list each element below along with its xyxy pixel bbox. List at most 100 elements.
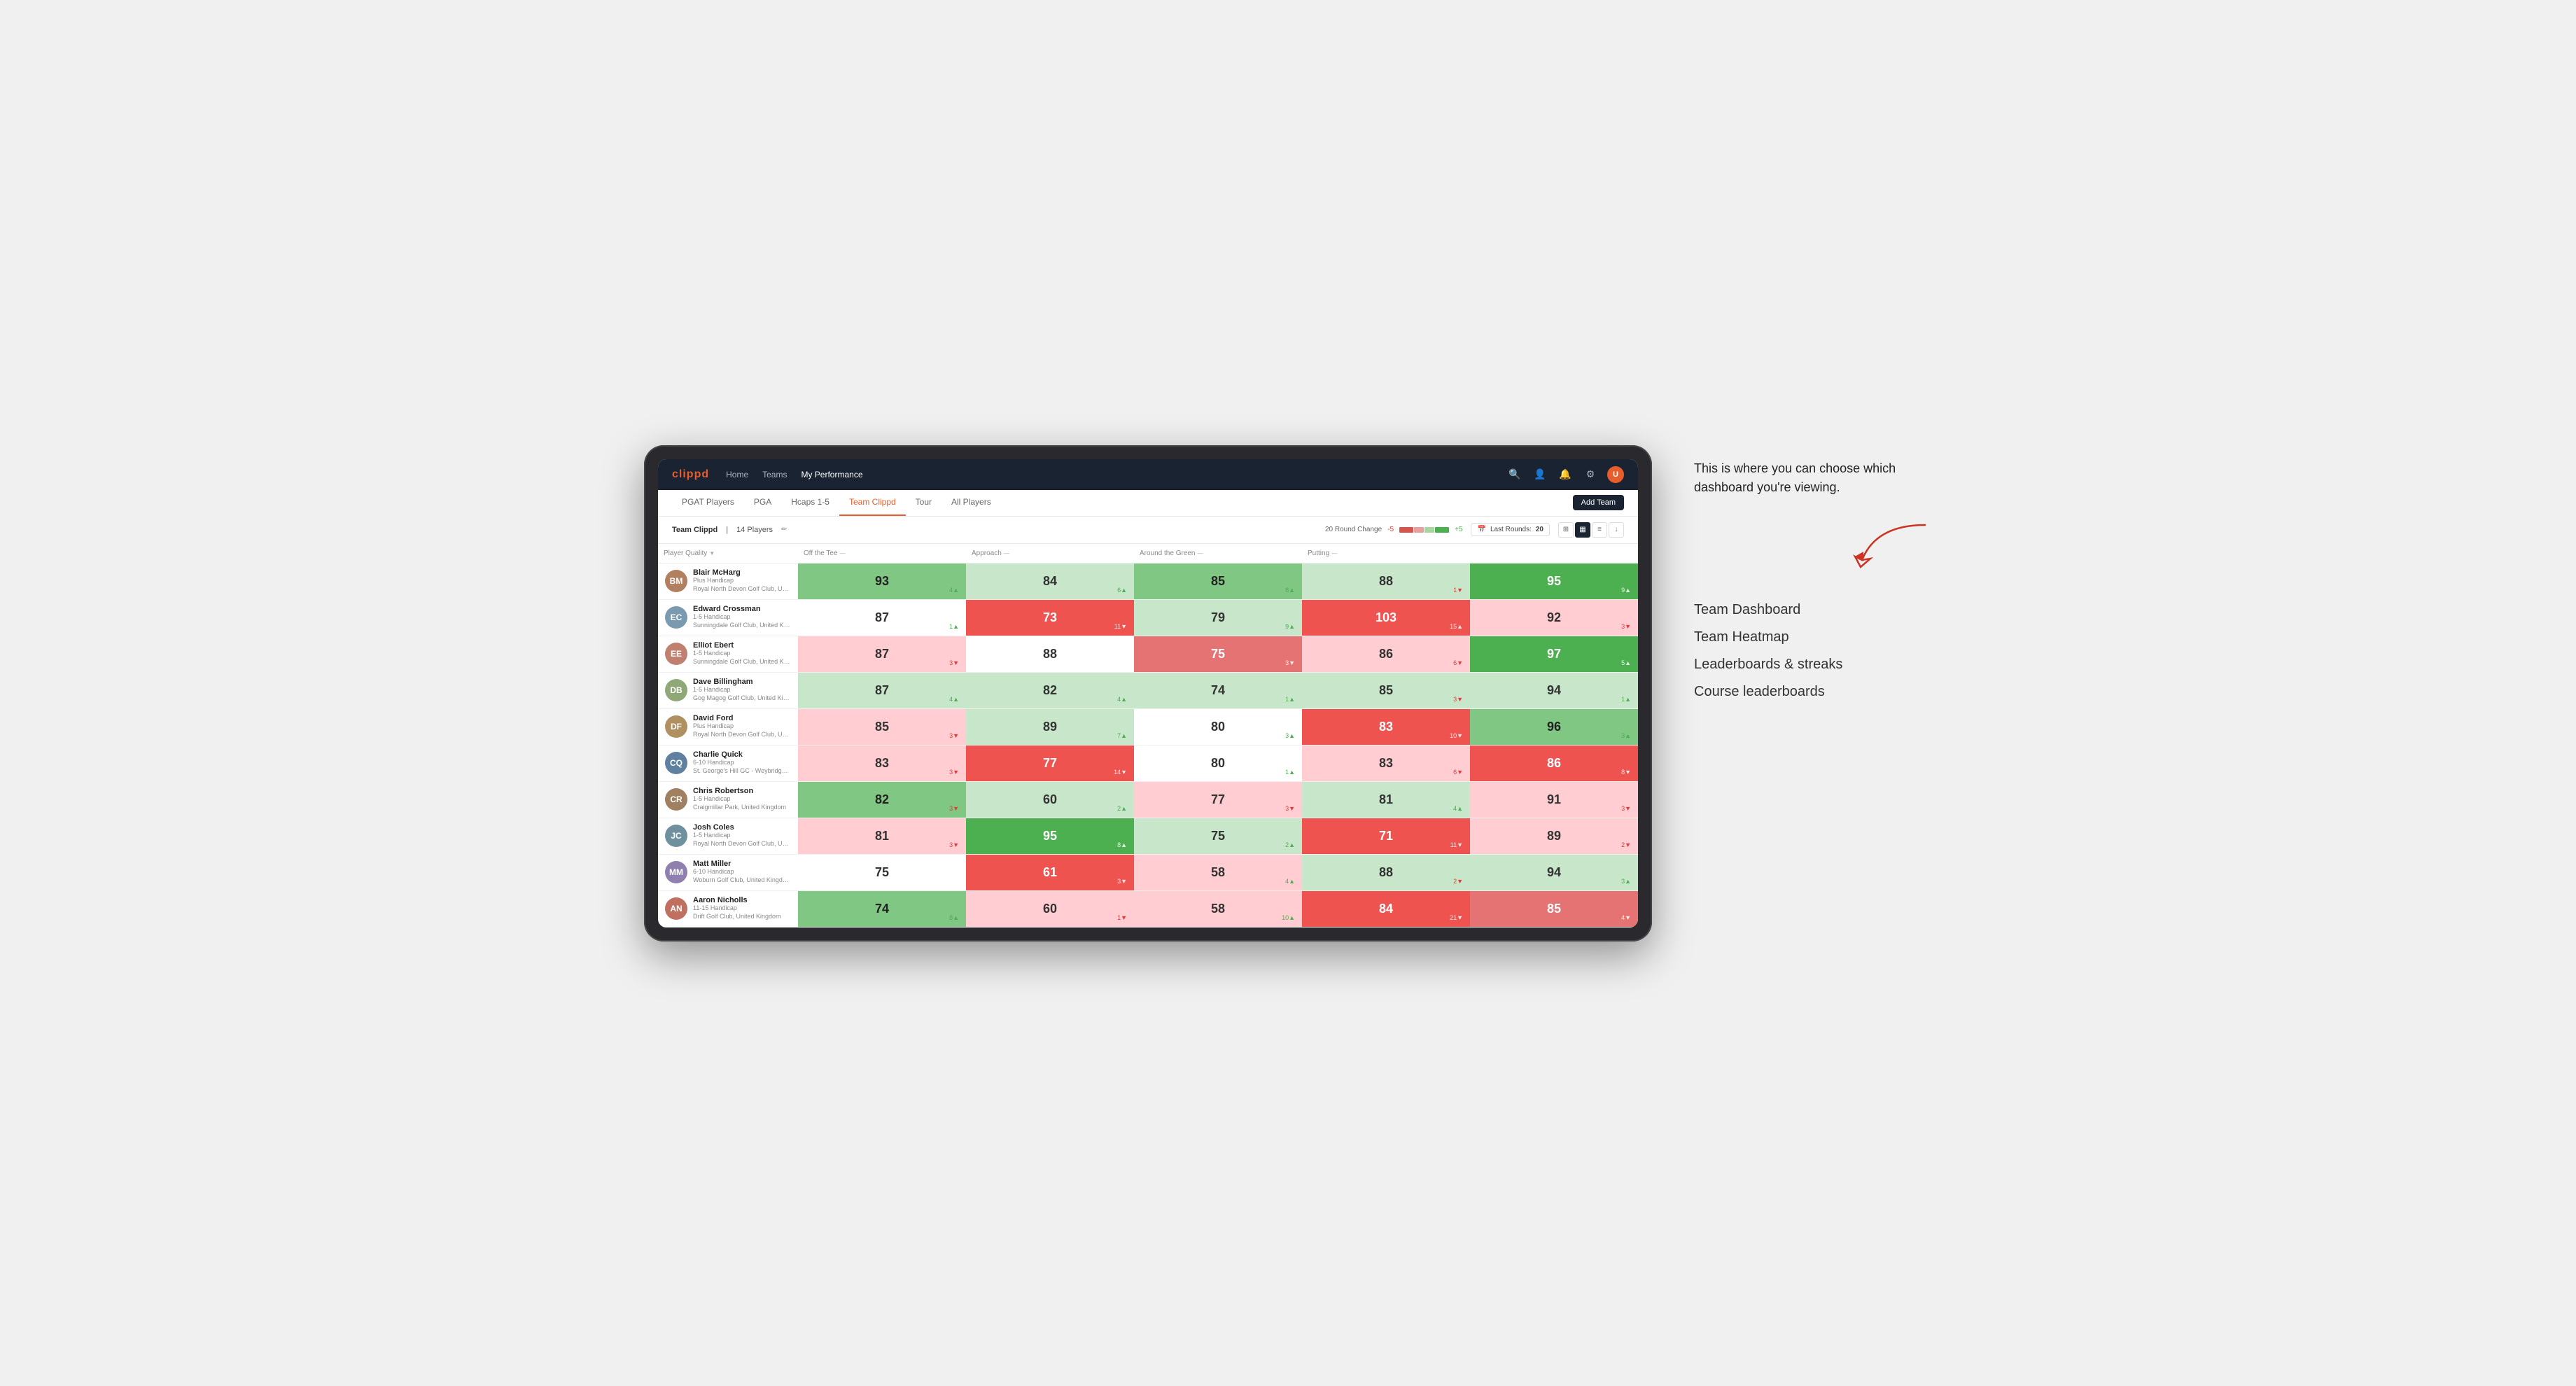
avatar: MM bbox=[665, 861, 687, 883]
bar-light-green bbox=[1424, 527, 1434, 533]
score-change: 1▲ bbox=[1621, 696, 1631, 703]
score-change: 1▲ bbox=[1285, 696, 1295, 703]
col-around-green: Around the Green — bbox=[1134, 547, 1302, 560]
user-icon[interactable]: 👤 bbox=[1532, 466, 1548, 483]
sort-arrow-putting[interactable]: — bbox=[1331, 550, 1337, 556]
player-name: Chris Robertson bbox=[693, 787, 791, 795]
last-rounds-button[interactable]: 📅 Last Rounds: 20 bbox=[1471, 523, 1550, 536]
score-cell-putting: 959▲ bbox=[1470, 564, 1638, 599]
player-detail: Plus HandicapRoyal North Devon Golf Club… bbox=[693, 722, 791, 738]
score-cell-approach: 752▲ bbox=[1134, 818, 1302, 854]
score-change: 8▲ bbox=[1117, 841, 1127, 848]
table-row[interactable]: JCJosh Coles1-5 HandicapRoyal North Devo… bbox=[658, 818, 1638, 855]
list-view-btn[interactable]: ≡ bbox=[1592, 522, 1607, 538]
nav-home[interactable]: Home bbox=[726, 467, 748, 482]
player-detail: 6-10 HandicapSt. George's Hill GC - Weyb… bbox=[693, 759, 791, 775]
score-change: 9▲ bbox=[1285, 623, 1295, 630]
option-course-leaderboards[interactable]: Course leaderboards bbox=[1694, 684, 1932, 700]
score-change: 3▼ bbox=[949, 732, 959, 739]
search-icon[interactable]: 🔍 bbox=[1506, 466, 1523, 483]
grid-view-btn[interactable]: ⊞ bbox=[1558, 522, 1574, 538]
bar-red bbox=[1399, 527, 1413, 533]
score-cell-player_quality: 853▼ bbox=[798, 709, 966, 745]
col-approach: Approach — bbox=[966, 547, 1134, 560]
nav-teams[interactable]: Teams bbox=[762, 467, 787, 482]
score-value: 89 bbox=[1547, 829, 1561, 844]
subnav-team-clippd[interactable]: Team Clippd bbox=[839, 489, 906, 516]
table-row[interactable]: DBDave Billingham1-5 HandicapGog Magog G… bbox=[658, 673, 1638, 709]
player-cell: MMMatt Miller6-10 HandicapWoburn Golf Cl… bbox=[658, 855, 798, 890]
score-change: 14▼ bbox=[1114, 769, 1127, 776]
table-row[interactable]: MMMatt Miller6-10 HandicapWoburn Golf Cl… bbox=[658, 855, 1638, 891]
score-change: 1▼ bbox=[1453, 587, 1463, 594]
score-change: 6▲ bbox=[1117, 587, 1127, 594]
score-value: 83 bbox=[1379, 756, 1393, 771]
player-info: Charlie Quick6-10 HandicapSt. George's H… bbox=[693, 750, 791, 775]
sort-arrow-green[interactable]: — bbox=[1198, 550, 1203, 556]
sidebar-annotation: This is where you can choose which dashb… bbox=[1694, 445, 1932, 700]
col-off-tee: Off the Tee — bbox=[798, 547, 966, 560]
score-cell-putting: 941▲ bbox=[1470, 673, 1638, 708]
table-view-btn[interactable]: ▦ bbox=[1575, 522, 1590, 538]
player-info: Elliot Ebert1-5 HandicapSunningdale Golf… bbox=[693, 641, 791, 666]
option-leaderboards[interactable]: Leaderboards & streaks bbox=[1694, 657, 1932, 673]
sort-arrow-approach[interactable]: — bbox=[1004, 550, 1009, 556]
score-change: 9▲ bbox=[1621, 587, 1631, 594]
table-row[interactable]: BMBlair McHargPlus HandicapRoyal North D… bbox=[658, 564, 1638, 600]
score-cell-around_green: 8421▼ bbox=[1302, 891, 1470, 927]
score-value: 60 bbox=[1043, 902, 1057, 916]
table-row[interactable]: CRChris Robertson1-5 HandicapCraigmillar… bbox=[658, 782, 1638, 818]
subnav-pga[interactable]: PGA bbox=[744, 489, 781, 516]
user-avatar[interactable]: U bbox=[1607, 466, 1624, 483]
score-value: 87 bbox=[875, 610, 889, 625]
player-cell: EEElliot Ebert1-5 HandicapSunningdale Go… bbox=[658, 636, 798, 672]
avatar: AN bbox=[665, 897, 687, 920]
subnav-pgat[interactable]: PGAT Players bbox=[672, 489, 744, 516]
sort-arrow-tee[interactable]: — bbox=[840, 550, 846, 556]
subnav-tour[interactable]: Tour bbox=[906, 489, 941, 516]
table-row[interactable]: CQCharlie Quick6-10 HandicapSt. George's… bbox=[658, 746, 1638, 782]
score-change: 3▲ bbox=[1621, 732, 1631, 739]
player-detail: 1-5 HandicapSunningdale Golf Club, Unite… bbox=[693, 650, 791, 666]
player-info: Josh Coles1-5 HandicapRoyal North Devon … bbox=[693, 823, 791, 848]
score-change: 3▲ bbox=[1621, 878, 1631, 885]
sort-arrow[interactable]: ▼ bbox=[709, 550, 715, 556]
player-detail: Plus HandicapRoyal North Devon Golf Club… bbox=[693, 577, 791, 593]
add-team-button[interactable]: Add Team bbox=[1573, 495, 1624, 510]
top-nav: clippd Home Teams My Performance 🔍 👤 🔔 ⚙… bbox=[658, 459, 1638, 490]
score-value: 95 bbox=[1043, 829, 1057, 844]
table-row[interactable]: ANAaron Nicholls11-15 HandicapDrift Golf… bbox=[658, 891, 1638, 927]
score-value: 88 bbox=[1379, 865, 1393, 880]
sub-nav: PGAT Players PGA Hcaps 1-5 Team Clippd T… bbox=[658, 490, 1638, 517]
download-btn[interactable]: ↓ bbox=[1609, 522, 1624, 538]
score-change: 2▼ bbox=[1621, 841, 1631, 848]
settings-icon[interactable]: ⚙ bbox=[1582, 466, 1599, 483]
score-value: 83 bbox=[1379, 720, 1393, 734]
score-change: 3▲ bbox=[1285, 732, 1295, 739]
nav-my-performance[interactable]: My Performance bbox=[801, 467, 862, 482]
table-row[interactable]: ECEdward Crossman1-5 HandicapSunningdale… bbox=[658, 600, 1638, 636]
player-name: Josh Coles bbox=[693, 823, 791, 832]
score-value: 79 bbox=[1211, 610, 1225, 625]
score-cell-player_quality: 748▲ bbox=[798, 891, 966, 927]
player-name: Charlie Quick bbox=[693, 750, 791, 759]
edit-icon[interactable]: ✏ bbox=[781, 526, 787, 533]
table-row[interactable]: DFDavid FordPlus HandicapRoyal North Dev… bbox=[658, 709, 1638, 746]
score-cell-around_green: 814▲ bbox=[1302, 782, 1470, 818]
subnav-all-players[interactable]: All Players bbox=[941, 489, 1001, 516]
bell-icon[interactable]: 🔔 bbox=[1557, 466, 1574, 483]
app-logo: clippd bbox=[672, 468, 709, 481]
pos-value: +5 bbox=[1455, 526, 1462, 533]
score-cell-off_tee: 602▲ bbox=[966, 782, 1134, 818]
score-cell-around_green: 10315▲ bbox=[1302, 600, 1470, 636]
score-cell-off_tee: 846▲ bbox=[966, 564, 1134, 599]
annotation-text: This is where you can choose which dashb… bbox=[1694, 459, 1932, 497]
option-team-heatmap[interactable]: Team Heatmap bbox=[1694, 629, 1932, 645]
subnav-hcaps[interactable]: Hcaps 1-5 bbox=[781, 489, 839, 516]
table-row[interactable]: EEElliot Ebert1-5 HandicapSunningdale Go… bbox=[658, 636, 1638, 673]
player-cell: DBDave Billingham1-5 HandicapGog Magog G… bbox=[658, 673, 798, 708]
option-team-dashboard[interactable]: Team Dashboard bbox=[1694, 602, 1932, 618]
score-cell-putting: 868▼ bbox=[1470, 746, 1638, 781]
score-value: 86 bbox=[1379, 647, 1393, 662]
separator: | bbox=[726, 526, 728, 534]
